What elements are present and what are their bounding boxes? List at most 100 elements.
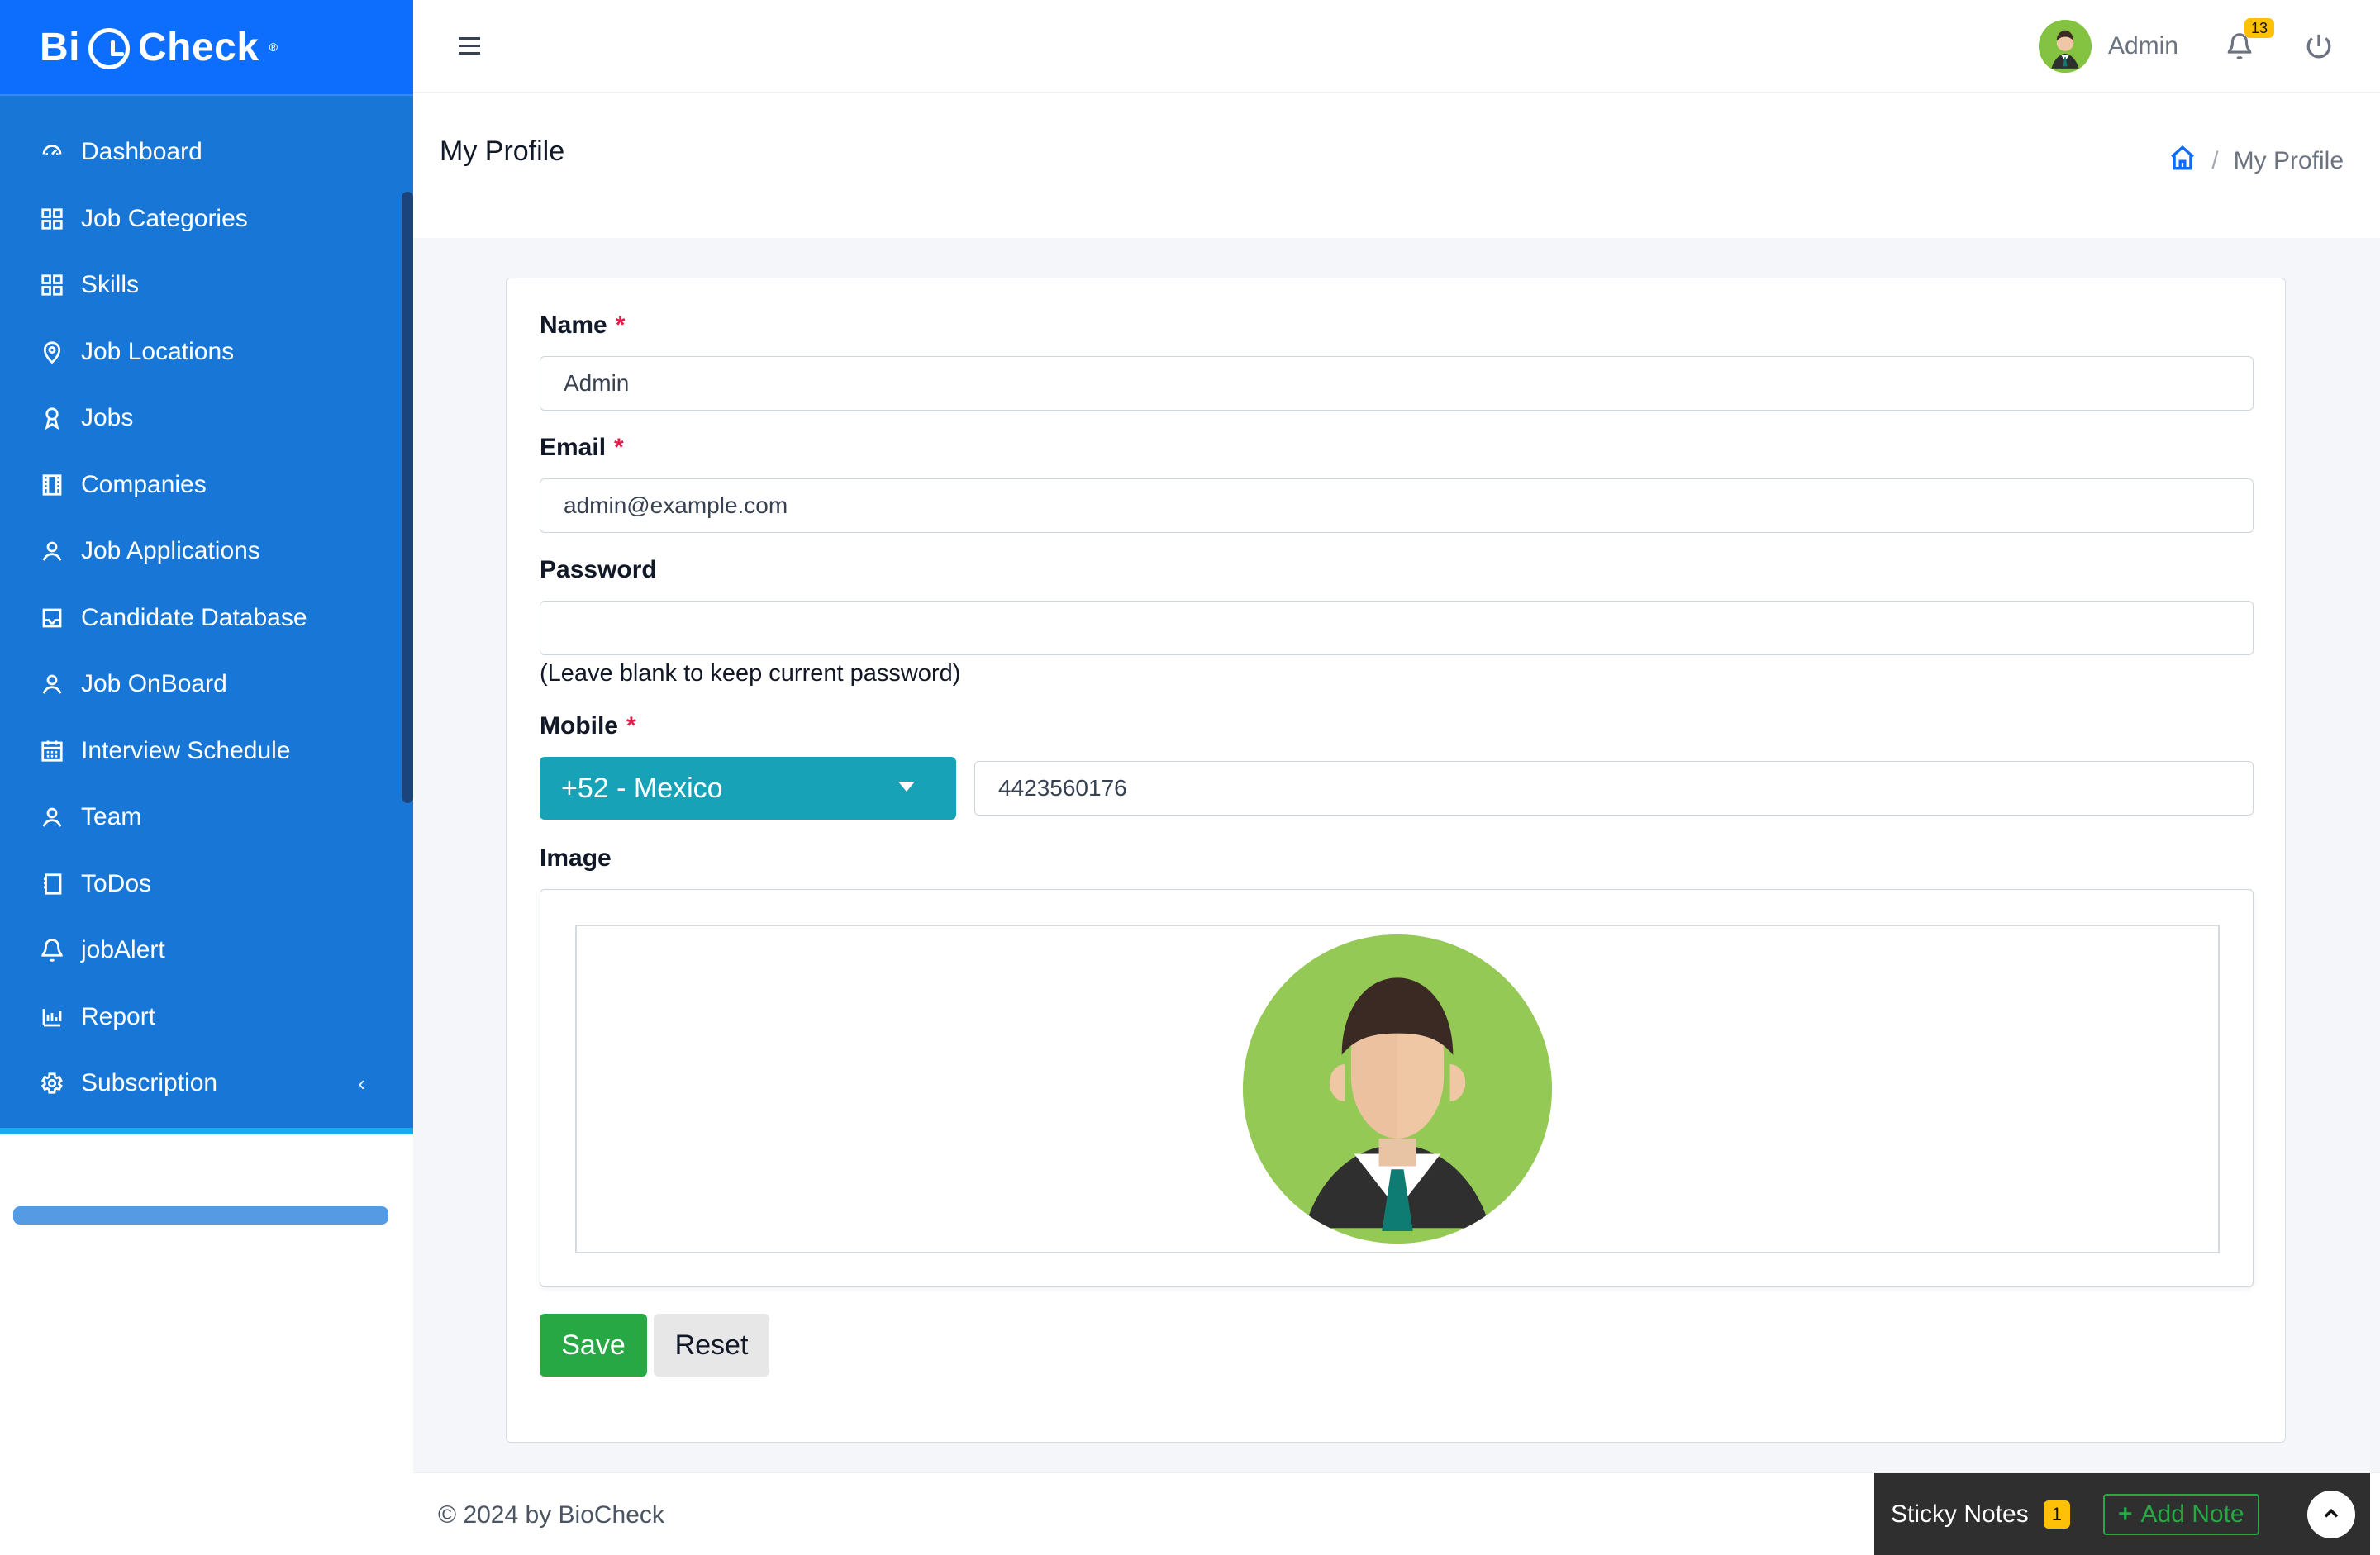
sidebar-item-companies[interactable]: Companies bbox=[0, 452, 413, 519]
sidebar-header: Bi Check ® bbox=[0, 0, 413, 96]
image-preview-frame bbox=[575, 925, 2220, 1253]
user-icon bbox=[38, 670, 66, 698]
name-label: Name * bbox=[540, 311, 2254, 340]
sidebar-item-job-onboard[interactable]: Job OnBoard bbox=[0, 651, 413, 718]
password-label-text: Password bbox=[540, 556, 657, 583]
required-asterisk: * bbox=[626, 712, 636, 739]
required-asterisk: * bbox=[614, 434, 624, 461]
sidebar-item-jobalert[interactable]: jobAlert bbox=[0, 917, 413, 984]
logo-text-right: Check bbox=[138, 25, 259, 69]
page-titlebar: My Profile / My Profile bbox=[413, 93, 2380, 238]
chevron-left-icon[interactable]: ‹ bbox=[358, 1071, 365, 1096]
password-group: Password (Leave blank to keep current pa… bbox=[540, 556, 2254, 687]
bell-icon bbox=[38, 936, 66, 964]
film-icon bbox=[38, 471, 66, 499]
save-button[interactable]: Save bbox=[540, 1314, 647, 1377]
mobile-input[interactable] bbox=[997, 762, 2253, 815]
sidebar-item-interview-schedule[interactable]: Interview Schedule bbox=[0, 718, 413, 785]
user-icon bbox=[38, 537, 66, 565]
logo-text-left: Bi bbox=[40, 25, 80, 69]
password-field[interactable] bbox=[540, 601, 2254, 655]
sidebar-item-label: Skills bbox=[81, 271, 140, 299]
sidebar-accent-bar bbox=[0, 1128, 413, 1134]
password-help-text: (Leave blank to keep current password) bbox=[540, 660, 961, 687]
profile-image bbox=[1243, 934, 1552, 1244]
sidebar-scroll-indicator bbox=[13, 1206, 388, 1225]
breadcrumb: / My Profile bbox=[2168, 144, 2344, 178]
sidebar-item-jobs[interactable]: Jobs bbox=[0, 385, 413, 452]
notebook-icon bbox=[38, 870, 66, 898]
notifications-button[interactable]: 13 bbox=[2221, 17, 2274, 64]
image-upload-box[interactable] bbox=[540, 889, 2254, 1287]
default-avatar-icon bbox=[1243, 934, 1552, 1244]
scroll-top-button[interactable] bbox=[2307, 1491, 2355, 1538]
name-field[interactable] bbox=[540, 356, 2254, 411]
image-label-text: Image bbox=[540, 844, 612, 872]
home-icon bbox=[2171, 145, 2195, 170]
sidebar-item-label: Team bbox=[81, 803, 142, 831]
power-icon bbox=[2306, 34, 2331, 58]
brand-logo[interactable]: Bi Check ® bbox=[40, 25, 278, 70]
clock-icon bbox=[88, 28, 130, 69]
sidebar-item-label: Interview Schedule bbox=[81, 736, 291, 764]
header-right: Admin 13 bbox=[2038, 17, 2380, 73]
sidebar-menu: Dashboard Job Categories Skills Job Loca… bbox=[0, 96, 413, 1225]
password-input[interactable] bbox=[562, 602, 2253, 654]
sidebar-item-report[interactable]: Report bbox=[0, 984, 413, 1051]
sidebar-item-team[interactable]: Team bbox=[0, 784, 413, 851]
sidebar-item-label: Report bbox=[81, 1002, 156, 1030]
menu-toggle-button[interactable] bbox=[451, 28, 488, 64]
award-icon bbox=[38, 404, 66, 432]
email-group: Email * bbox=[540, 434, 2254, 533]
location-pin-icon bbox=[38, 338, 66, 366]
sidebar-item-job-categories[interactable]: Job Categories bbox=[0, 186, 413, 253]
sidebar-item-label: Job Locations bbox=[81, 337, 235, 365]
user-name: Admin bbox=[2107, 31, 2178, 59]
sidebar-item-job-applications[interactable]: Job Applications bbox=[0, 518, 413, 585]
name-label-text: Name bbox=[540, 311, 607, 339]
country-code-value: +52 - Mexico bbox=[561, 772, 723, 804]
sidebar-item-job-locations[interactable]: Job Locations bbox=[0, 319, 413, 386]
page-title: My Profile bbox=[440, 136, 565, 167]
sidebar-item-todos[interactable]: ToDos bbox=[0, 851, 413, 918]
user-menu[interactable]: Admin bbox=[2038, 19, 2178, 73]
sticky-notes-count-badge: 1 bbox=[2043, 1500, 2070, 1529]
breadcrumb-separator: / bbox=[2211, 147, 2219, 174]
sidebar-item-subscription[interactable]: Subscription ‹ bbox=[0, 1050, 413, 1117]
sidebar-item-label: jobAlert bbox=[81, 936, 165, 964]
chevron-up-icon bbox=[2324, 1508, 2339, 1518]
sidebar-item-label: Companies bbox=[81, 470, 207, 498]
copyright-text: © 2024 by BioCheck bbox=[438, 1501, 664, 1529]
profile-form: Name * Email * Password bbox=[540, 311, 2254, 1377]
main-content: Name * Email * Password bbox=[413, 238, 2380, 1472]
image-label: Image bbox=[540, 844, 2254, 873]
add-note-button[interactable]: + Add Note bbox=[2102, 1494, 2259, 1535]
user-avatar-icon bbox=[2038, 19, 2092, 73]
footer: © 2024 by BioCheck Sticky Notes 1 + Add … bbox=[413, 1472, 2380, 1555]
mobile-group: Mobile * +52 - Mexico bbox=[540, 712, 2254, 820]
sidebar-item-label: Job OnBoard bbox=[81, 670, 227, 698]
sidebar-item-skills[interactable]: Skills bbox=[0, 252, 413, 319]
sidebar-item-dashboard[interactable]: Dashboard bbox=[0, 119, 413, 186]
bar-chart-icon bbox=[38, 1003, 66, 1031]
country-code-select[interactable]: +52 - Mexico bbox=[540, 757, 956, 820]
chevron-down-icon bbox=[898, 782, 915, 792]
reset-button[interactable]: Reset bbox=[654, 1314, 769, 1377]
user-icon bbox=[38, 803, 66, 831]
grid-icon bbox=[38, 271, 66, 299]
email-input[interactable] bbox=[562, 479, 2253, 532]
inbox-icon bbox=[38, 604, 66, 632]
email-field[interactable] bbox=[540, 478, 2254, 533]
home-breadcrumb-link[interactable] bbox=[2168, 144, 2197, 178]
name-input[interactable] bbox=[562, 357, 2253, 410]
mobile-field[interactable] bbox=[974, 761, 2254, 816]
image-group: Image bbox=[540, 844, 2254, 1287]
grid-icon bbox=[38, 205, 66, 233]
sidebar-item-candidate-database[interactable]: Candidate Database bbox=[0, 585, 413, 652]
sidebar-scrollbar[interactable] bbox=[402, 192, 413, 803]
sidebar: Bi Check ® Dashboard Job Categories Skil… bbox=[0, 0, 413, 1555]
email-label-text: Email bbox=[540, 434, 607, 461]
hamburger-icon bbox=[459, 37, 480, 55]
logout-button[interactable] bbox=[2301, 28, 2337, 64]
sticky-notes-bar: Sticky Notes 1 + Add Note bbox=[1874, 1473, 2370, 1555]
